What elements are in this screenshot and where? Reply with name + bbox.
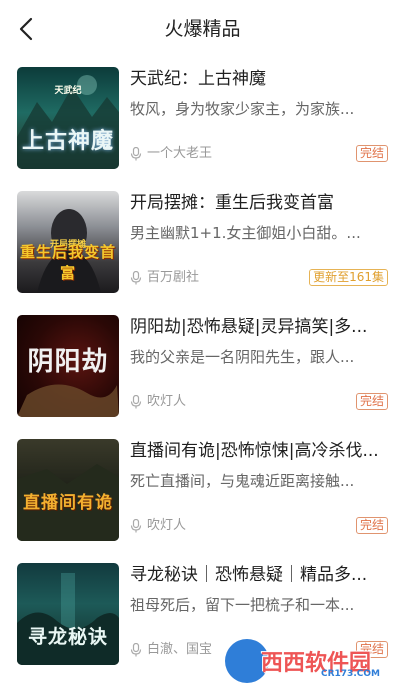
book-title[interactable]: 寻龙秘诀｜恐怖悬疑｜精品多... xyxy=(130,563,388,587)
book-info: 天武纪：上古神魔 牧风，身为牧家少家主，为家族... 一个大老王 完结 xyxy=(130,67,388,169)
watermark-logo: 西西软件园 CR173.COM xyxy=(225,639,393,683)
author-name: 吹灯人 xyxy=(147,518,187,533)
book-description: 我的父亲是一名阴阳先生，跟人... xyxy=(130,348,355,366)
book-cover[interactable]: 天武纪 上古神魔 xyxy=(17,67,119,169)
microphone-icon xyxy=(130,271,142,285)
book-meta: 百万剧社 更新至161集 xyxy=(130,269,388,287)
microphone-icon xyxy=(130,519,142,533)
author-row: 一个大老王 xyxy=(130,145,212,163)
status-badge: 完结 xyxy=(355,517,388,534)
book-title[interactable]: 直播间有诡|恐怖惊悚|高冷杀伐... xyxy=(130,439,388,463)
book-list: 天武纪 上古神魔 天武纪：上古神魔 牧风，身为牧家少家主，为家族... 一个大老… xyxy=(0,56,405,676)
book-title[interactable]: 天武纪：上古神魔 xyxy=(130,67,388,91)
author-name: 吹灯人 xyxy=(147,394,187,409)
watermark-url: CR173.COM xyxy=(321,669,380,679)
book-title[interactable]: 阴阳劫|恐怖悬疑|灵异搞笑|多... xyxy=(130,315,388,339)
status-badge: 完结 xyxy=(355,393,388,410)
microphone-icon xyxy=(130,643,142,657)
book-description: 死亡直播间，与鬼魂近距离接触... xyxy=(130,472,355,490)
list-item[interactable]: 开局摆摊 重生后我变首富 开局摆摊：重生后我变首富 男主幽默1+1.女主御姐小白… xyxy=(0,180,405,304)
book-cover[interactable]: 寻龙秘诀 xyxy=(17,563,119,665)
microphone-icon xyxy=(130,395,142,409)
book-description: 牧风，身为牧家少家主，为家族... xyxy=(130,100,355,118)
author-name: 一个大老王 xyxy=(147,146,213,161)
book-cover[interactable]: 直播间有诡 xyxy=(17,439,119,541)
book-cover[interactable]: 开局摆摊 重生后我变首富 xyxy=(17,191,119,293)
cover-title: 上古神魔 xyxy=(21,128,114,154)
cover-subtitle: 天武纪 xyxy=(54,86,82,96)
book-meta: 一个大老王 完结 xyxy=(130,145,388,163)
book-meta: 吹灯人 完结 xyxy=(130,393,388,411)
list-item[interactable]: 直播间有诡 直播间有诡|恐怖惊悚|高冷杀伐... 死亡直播间，与鬼魂近距离接触.… xyxy=(0,428,405,552)
author-row: 吹灯人 xyxy=(130,393,186,411)
author-row: 百万剧社 xyxy=(130,269,199,287)
list-item[interactable]: 天武纪 上古神魔 天武纪：上古神魔 牧风，身为牧家少家主，为家族... 一个大老… xyxy=(0,56,405,180)
top-bar: 火爆精品 xyxy=(0,0,405,56)
cover-title: 直播间有诡 xyxy=(23,493,113,513)
author-name: 百万剧社 xyxy=(147,270,200,285)
author-row: 白澈、国宝 xyxy=(130,641,212,659)
book-description: 男主幽默1+1.女主御姐小白甜。... xyxy=(130,224,361,242)
author-name: 白澈、国宝 xyxy=(147,642,213,657)
list-item[interactable]: 阴阳劫 阴阳劫|恐怖悬疑|灵异搞笑|多... 我的父亲是一名阴阳先生，跟人...… xyxy=(0,304,405,428)
microphone-icon xyxy=(130,147,142,161)
author-row: 吹灯人 xyxy=(130,517,186,535)
cover-title: 阴阳劫 xyxy=(27,347,109,377)
status-badge: 完结 xyxy=(355,145,388,162)
book-info: 直播间有诡|恐怖惊悚|高冷杀伐... 死亡直播间，与鬼魂近距离接触... 吹灯人… xyxy=(130,439,388,541)
cover-title: 寻龙秘诀 xyxy=(27,626,108,648)
book-cover[interactable]: 阴阳劫 xyxy=(17,315,119,417)
book-description: 祖母死后，留下一把梳子和一本... xyxy=(130,596,355,614)
cover-title: 重生后我变首富 xyxy=(19,243,116,282)
page-title: 火爆精品 xyxy=(164,18,241,40)
book-info: 阴阳劫|恐怖悬疑|灵异搞笑|多... 我的父亲是一名阴阳先生，跟人... 吹灯人… xyxy=(130,315,388,417)
book-info: 开局摆摊：重生后我变首富 男主幽默1+1.女主御姐小白甜。... 百万剧社 更新… xyxy=(130,191,388,293)
book-meta: 吹灯人 完结 xyxy=(130,517,388,535)
status-badge: 更新至161集 xyxy=(309,269,388,286)
book-title[interactable]: 开局摆摊：重生后我变首富 xyxy=(130,191,388,215)
